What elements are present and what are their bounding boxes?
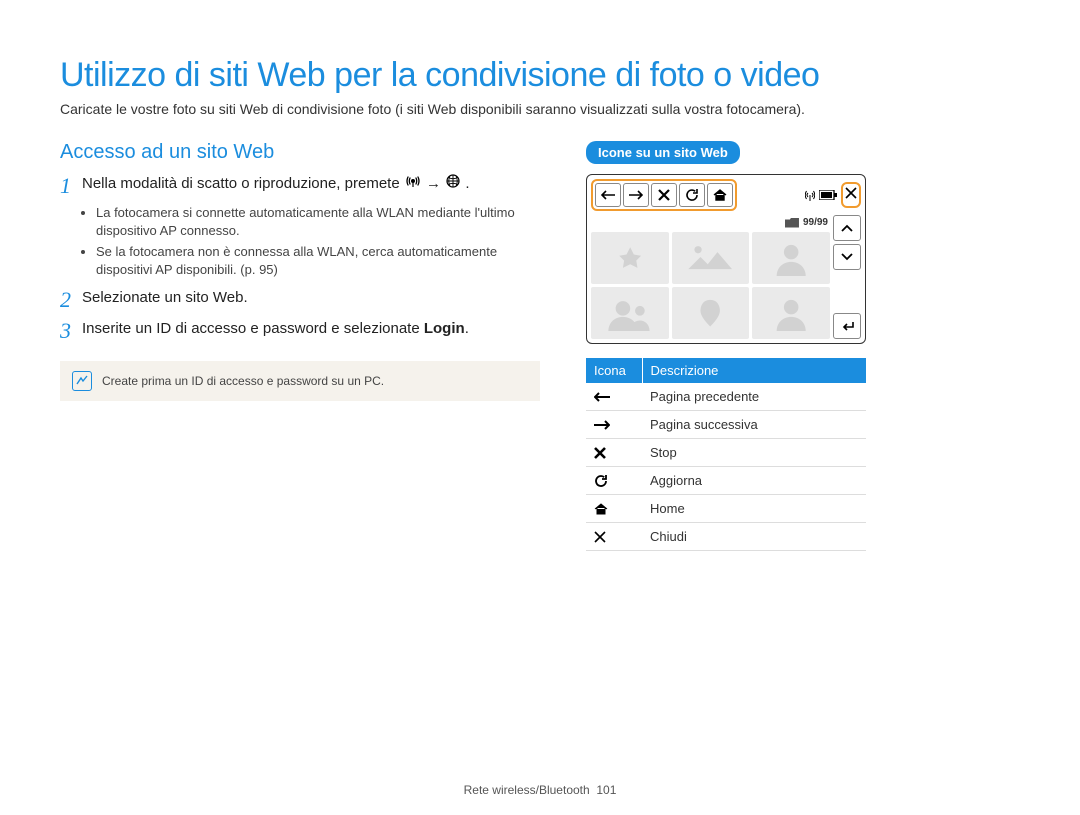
home-icon [594, 503, 634, 515]
thumbnail[interactable] [672, 232, 750, 284]
step-sep: → [426, 175, 445, 192]
home-button[interactable] [707, 183, 733, 207]
table-row: Home [586, 495, 866, 523]
thumbnail-grid [591, 232, 830, 339]
intro-text: Caricate le vostre foto su siti Web di c… [60, 101, 1020, 117]
x-bold-icon [594, 447, 634, 459]
step-3: 3 Inserite un ID di accesso e password e… [60, 319, 540, 343]
scroll-up-button[interactable] [833, 215, 861, 241]
thumbnail[interactable] [752, 232, 830, 284]
x-thin-icon [594, 531, 634, 543]
photo-counter: 99/99 [803, 217, 828, 228]
wifi-signal-icon [805, 189, 815, 201]
table-row: Aggiorna [586, 467, 866, 495]
status-icons [739, 189, 839, 201]
step-number: 3 [60, 319, 82, 343]
footer-section: Rete wireless/Bluetooth [464, 783, 590, 797]
camera-meta-row: 99/99 [591, 215, 830, 232]
thumbnail[interactable] [591, 232, 669, 284]
left-column: Accesso ad un sito Web 1 Nella modalità … [60, 141, 540, 551]
step-1: 1 Nella modalità di scatto o riproduzion… [60, 174, 540, 198]
step-bold: Login [424, 320, 465, 337]
folder-icon [785, 218, 799, 228]
table-desc: Pagina precedente [642, 383, 866, 411]
icon-description-table: Icona Descrizione Pagina precedente [586, 358, 866, 551]
table-row: Chiudi [586, 523, 866, 551]
step-body: Selezionate un sito Web. [82, 288, 248, 308]
step-1-bullets: La fotocamera si connette automaticament… [82, 204, 540, 278]
camera-toolbar [591, 179, 737, 211]
footer-page-no: 101 [596, 783, 616, 797]
step-body: Inserite un ID di accesso e password e s… [82, 319, 469, 339]
table-desc: Chiudi [642, 523, 866, 551]
scroll-down-button[interactable] [833, 244, 861, 270]
table-row: Pagina precedente [586, 383, 866, 411]
refresh-button[interactable] [679, 183, 705, 207]
close-button-highlight [841, 182, 861, 208]
step-end: . [465, 320, 469, 337]
arrow-right-icon [594, 420, 634, 430]
step-end: . [465, 175, 469, 192]
refresh-icon [594, 474, 634, 488]
page-title: Utilizzo di siti Web per la condivisione… [60, 56, 1020, 95]
step-text-a: Inserite un ID di accesso e password e s… [82, 320, 424, 337]
step-number: 2 [60, 288, 82, 312]
thumbnail[interactable] [752, 287, 830, 339]
globe-icon [446, 174, 460, 194]
note-icon [72, 371, 92, 391]
table-row: Pagina successiva [586, 411, 866, 439]
page-footer: Rete wireless/Bluetooth 101 [0, 783, 1080, 797]
left-heading: Accesso ad un sito Web [60, 141, 540, 164]
close-button[interactable] [845, 186, 857, 204]
camera-body: 99/99 [591, 215, 861, 339]
thumbnail[interactable] [672, 287, 750, 339]
forward-button[interactable] [623, 183, 649, 207]
stop-button[interactable] [651, 183, 677, 207]
step-2: 2 Selezionate un sito Web. [60, 288, 540, 312]
manual-page: Utilizzo di siti Web per la condivisione… [0, 0, 1080, 815]
table-desc: Pagina successiva [642, 411, 866, 439]
step-1-bullet-1: La fotocamera si connette automaticament… [96, 204, 540, 239]
right-column: Icone su un sito Web [580, 141, 1020, 551]
camera-side-buttons [833, 215, 861, 339]
step-body: Nella modalità di scatto o riproduzione,… [82, 174, 470, 194]
note-text: Create prima un ID di accesso e password… [102, 374, 384, 388]
table-header-desc: Descrizione [642, 358, 866, 383]
battery-icon [819, 190, 837, 200]
table-header-icon: Icona [586, 358, 642, 383]
table-desc: Stop [642, 439, 866, 467]
camera-browser-illustration: 99/99 [586, 174, 866, 344]
camera-grid-wrap: 99/99 [591, 215, 830, 339]
step-number: 1 [60, 174, 82, 198]
step-text-a: Nella modalità di scatto o riproduzione,… [82, 175, 404, 192]
right-pill: Icone su un sito Web [586, 141, 740, 164]
return-button[interactable] [833, 313, 861, 339]
back-button[interactable] [595, 183, 621, 207]
antenna-icon [405, 174, 421, 194]
table-row: Stop [586, 439, 866, 467]
step-1-bullet-2: Se la fotocamera non è connessa alla WLA… [96, 243, 540, 278]
table-desc: Home [642, 495, 866, 523]
two-column-layout: Accesso ad un sito Web 1 Nella modalità … [60, 141, 1020, 551]
camera-top-bar [591, 179, 861, 211]
arrow-left-icon [594, 392, 634, 402]
note-box: Create prima un ID di accesso e password… [60, 361, 540, 401]
thumbnail[interactable] [591, 287, 669, 339]
table-desc: Aggiorna [642, 467, 866, 495]
